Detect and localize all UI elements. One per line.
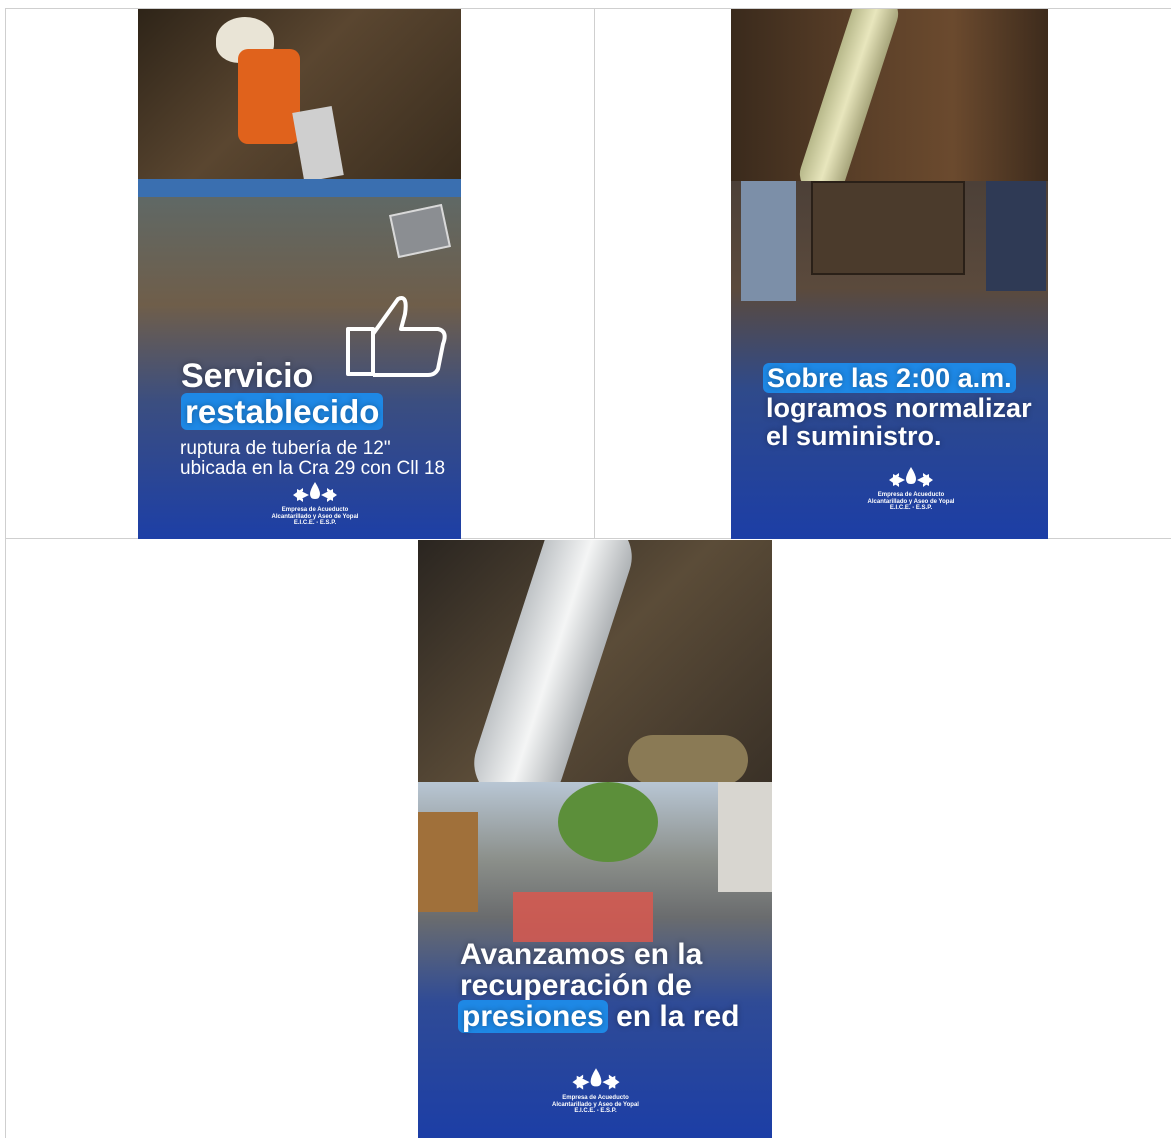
subtitle-line-2: ubicada en la Cra 29 con Cll 18 [180, 458, 446, 479]
worker-vest [238, 49, 300, 144]
logo-text-1: Empresa de Acueducto [281, 507, 349, 513]
building-left [418, 812, 478, 912]
pipe-segment [292, 106, 344, 182]
headline-line-2: recuperación de [460, 969, 692, 1002]
logo-text-1: Empresa de Acueducto [877, 492, 945, 498]
highlight-time: Sobre las 2:00 a.m. [763, 363, 1016, 393]
headline-line-1: Sobre las 2:00 a.m. [763, 363, 1016, 393]
photo-pipe-closeup [418, 540, 772, 817]
water-drop-logo-icon [571, 1068, 620, 1090]
headline-restablecido: restablecido [181, 393, 384, 430]
headline-tail: en la red [616, 1000, 740, 1033]
subtitle-line-1: ruptura de tubería de 12" [180, 438, 391, 459]
poster-normalizar-suministro: Sobre las 2:00 a.m. logramos normalizar … [731, 9, 1048, 539]
photo-pipe-trench [731, 9, 1048, 201]
poster-recuperacion-presiones: Avanzamos en la recuperación de presione… [418, 540, 772, 1138]
trench-box [811, 181, 965, 275]
headline-line-2: logramos normalizar [766, 393, 1032, 423]
company-logo: Empresa de Acueducto Alcantarillado y As… [269, 479, 361, 527]
logo-text-2: Alcantarillado y Aseo de Yopal [867, 498, 955, 505]
logo-text-2: Alcantarillado y Aseo de Yopal [552, 1101, 639, 1108]
tree [558, 782, 658, 862]
headline-servicio: Servicio [181, 357, 314, 395]
highlight-presiones: presiones [458, 1000, 608, 1033]
metal-frame [389, 203, 451, 259]
headline-line-1: Avanzamos en la [460, 938, 703, 971]
logo-text-2: Alcantarillado y Aseo de Yopal [271, 513, 359, 520]
safety-barriers [513, 892, 653, 942]
pipe-segment [463, 540, 643, 817]
headline-line-3: presiones en la red [458, 1000, 740, 1033]
logo-text-3: E.I.C.E. - E.S.P. [889, 505, 933, 512]
company-logo: Empresa de Acueducto Alcantarillado y As… [548, 1065, 643, 1115]
company-logo: Empresa de Acueducto Alcantarillado y As… [861, 464, 961, 512]
water-drop-logo-icon [293, 482, 337, 502]
rock [628, 735, 748, 785]
logo-text-3: E.I.C.E. - E.S.P. [574, 1108, 617, 1115]
thumbs-up-icon [346, 296, 447, 377]
table-divider-vertical [594, 8, 595, 539]
logo-text-3: E.I.C.E. - E.S.P. [293, 520, 337, 527]
photo-worker-trench [138, 9, 461, 182]
water-drop-logo-icon [889, 467, 933, 487]
pipe-segment [794, 9, 904, 201]
worker-right [986, 181, 1046, 291]
poster-servicio-restablecido: Servicio restablecido ruptura de tubería… [138, 9, 461, 539]
blue-pipes [138, 179, 461, 197]
worker-legs [741, 181, 796, 301]
building-right [718, 782, 772, 892]
highlight-restablecido: restablecido [181, 393, 384, 430]
logo-text-1: Empresa de Acueducto [562, 1095, 629, 1101]
headline-line-3: el suministro. [766, 421, 942, 451]
